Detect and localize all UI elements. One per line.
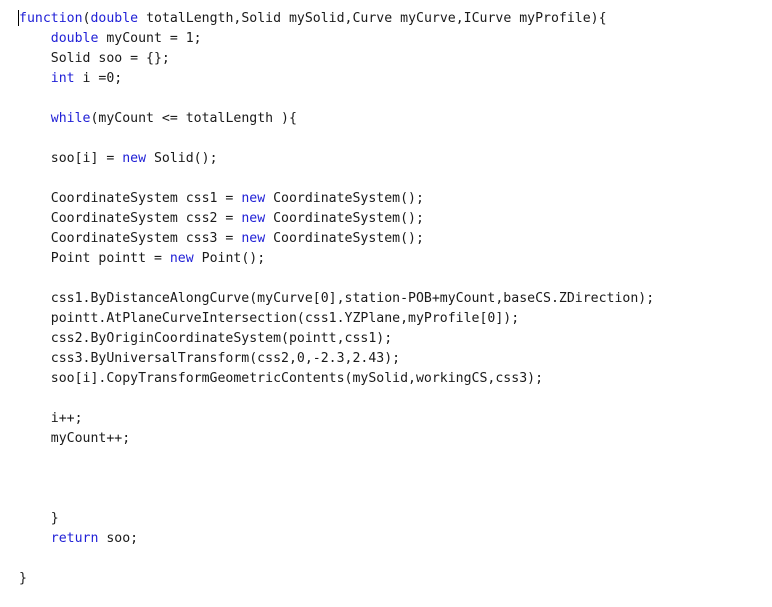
code-text: soo[i] = <box>19 151 123 166</box>
code-text: soo; <box>98 531 139 546</box>
code-text: CoordinateSystem(); <box>265 211 424 226</box>
code-keyword: function <box>19 11 83 26</box>
code-text: i =0; <box>74 71 123 86</box>
code-keyword: int <box>50 71 75 86</box>
code-text: Point pointt = <box>19 251 170 266</box>
code-line: soo[i] = new Solid(); <box>19 149 654 169</box>
code-text: Point(); <box>193 251 266 266</box>
code-line: css3.ByUniversalTransform(css2,0,-2.3,2.… <box>19 349 654 369</box>
code-keyword: new <box>122 151 147 166</box>
code-keyword: new <box>169 251 194 266</box>
code-line: css1.ByDistanceAlongCurve(myCurve[0],sta… <box>19 289 654 309</box>
code-text: totalLength,Solid mySolid,Curve myCurve,… <box>138 11 607 26</box>
code-keyword: return <box>50 531 99 546</box>
code-text: (myCount <= totalLength ){ <box>90 111 297 126</box>
code-line: css2.ByOriginCoordinateSystem(pointt,css… <box>19 329 654 349</box>
code-line: double myCount = 1; <box>19 29 654 49</box>
code-keyword: new <box>241 231 266 246</box>
code-text: myCount = 1; <box>98 31 202 46</box>
code-text: Solid soo = {}; <box>19 51 170 66</box>
code-content[interactable]: function(double totalLength,Solid mySoli… <box>19 9 654 589</box>
code-text: soo[i].CopyTransformGeometricContents(my… <box>19 371 544 386</box>
code-line: CoordinateSystem css1 = new CoordinateSy… <box>19 189 654 209</box>
code-editor[interactable]: function(double totalLength,Solid mySoli… <box>0 0 772 607</box>
code-keyword: new <box>241 191 266 206</box>
code-line: myCount++; <box>19 429 654 449</box>
code-text: Solid(); <box>146 151 218 166</box>
code-line: int i =0; <box>19 69 654 89</box>
code-line: Point pointt = new Point(); <box>19 249 654 269</box>
code-keyword: double <box>50 31 99 46</box>
code-text: CoordinateSystem(); <box>265 231 424 246</box>
code-line: Solid soo = {}; <box>19 49 654 69</box>
code-text: } <box>19 571 27 586</box>
code-line: CoordinateSystem css2 = new CoordinateSy… <box>19 209 654 229</box>
code-line: } <box>19 509 654 529</box>
code-text: css3.ByUniversalTransform(css2,0,-2.3,2.… <box>19 351 401 366</box>
code-line: soo[i].CopyTransformGeometricContents(my… <box>19 369 654 389</box>
code-keyword: double <box>90 11 139 26</box>
code-text: CoordinateSystem css2 = <box>19 211 242 226</box>
code-line: CoordinateSystem css3 = new CoordinateSy… <box>19 229 654 249</box>
code-line: pointt.AtPlaneCurveIntersection(css1.YZP… <box>19 309 654 329</box>
code-text: css1.ByDistanceAlongCurve(myCurve[0],sta… <box>19 291 655 306</box>
code-keyword: new <box>241 211 266 226</box>
code-text: CoordinateSystem css3 = <box>19 231 242 246</box>
code-text: CoordinateSystem css1 = <box>19 191 242 206</box>
code-line: } <box>19 569 654 589</box>
code-line: i++; <box>19 409 654 429</box>
code-line: function(double totalLength,Solid mySoli… <box>19 9 654 29</box>
code-text: pointt.AtPlaneCurveIntersection(css1.YZP… <box>19 311 520 326</box>
code-line: return soo; <box>19 529 654 549</box>
code-line: while(myCount <= totalLength ){ <box>19 109 654 129</box>
code-text: i++; <box>19 411 83 426</box>
code-text: } <box>19 511 59 526</box>
code-keyword: while <box>50 111 91 126</box>
code-text: myCount++; <box>19 431 131 446</box>
code-text: CoordinateSystem(); <box>265 191 424 206</box>
code-text: css2.ByOriginCoordinateSystem(pointt,css… <box>19 331 393 346</box>
